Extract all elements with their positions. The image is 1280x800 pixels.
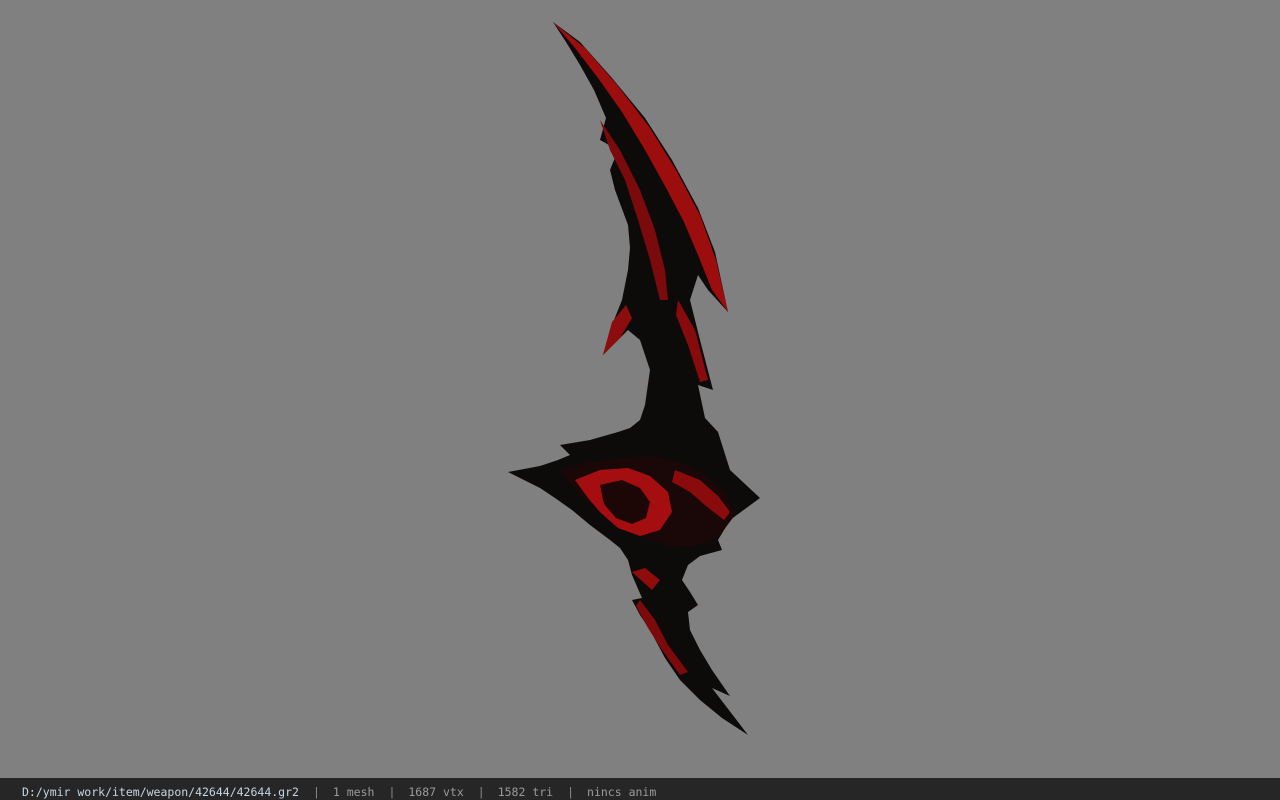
- mesh-count: 1 mesh: [332, 785, 375, 799]
- animation-status: nincs anim: [587, 785, 657, 799]
- vertex-count: 1687 vtx: [408, 785, 464, 799]
- 3d-viewport[interactable]: [0, 0, 1280, 778]
- triangle-count: 1582 tri: [497, 785, 554, 799]
- separator: |: [477, 785, 485, 799]
- file-path: D:/ymir work/item/weapon/42644/42644.gr2: [22, 785, 299, 799]
- status-bar: D:/ymir work/item/weapon/42644/42644.gr2…: [0, 778, 1280, 800]
- weapon-model: [508, 22, 760, 735]
- separator: |: [388, 785, 396, 799]
- separator: |: [312, 785, 320, 799]
- separator: |: [567, 785, 575, 799]
